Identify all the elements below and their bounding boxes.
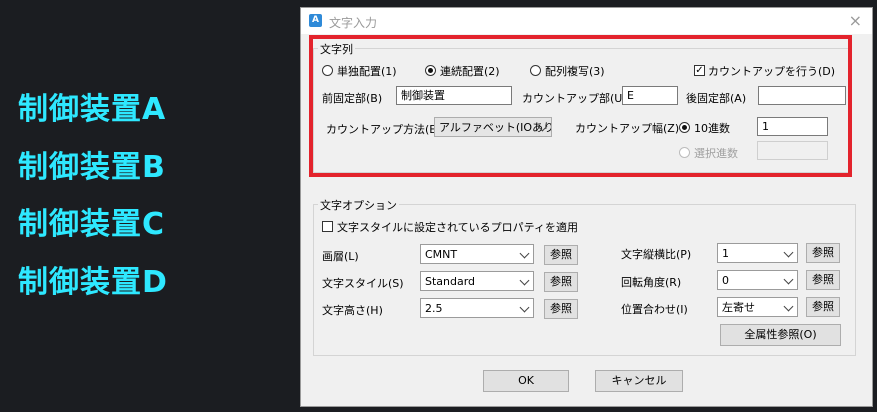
text-style-value: Standard (425, 275, 476, 288)
app-icon: A (309, 14, 322, 27)
rotation-angle-select[interactable]: 0 (717, 270, 798, 290)
options-group-title: 文字オプション (318, 197, 399, 213)
background-label-c: 制御装置C (18, 207, 166, 242)
radio-decimal-label[interactable]: 10進数 (694, 120, 730, 136)
layer-value: CMNT (425, 248, 458, 261)
countup-method-value: アルファベット(IOあり (439, 121, 552, 134)
aspect-ratio-select[interactable]: 1 (717, 243, 798, 263)
radio-decimal[interactable] (679, 122, 690, 133)
alignment-label: 位置合わせ(I) (621, 303, 688, 316)
apply-style-checkbox-label[interactable]: 文字スタイルに設定されているプロパティを適用 (337, 219, 578, 235)
text-style-ref-button[interactable]: 参照 (544, 272, 578, 292)
string-group-title: 文字列 (318, 41, 355, 57)
prefix-label: 前固定部(B) (322, 92, 383, 105)
layer-label: 画層(L) (322, 250, 359, 263)
text-height-select[interactable]: 2.5 (420, 298, 534, 318)
rotation-angle-label: 回転角度(R) (621, 276, 682, 289)
background-label-a: 制御装置A (18, 92, 167, 127)
cancel-button[interactable]: キャンセル (595, 370, 683, 392)
aspect-ratio-ref-button[interactable]: 参照 (806, 243, 840, 263)
dialog-title: 文字入力 (329, 16, 378, 30)
radio-array-label[interactable]: 配列複写(3) (545, 63, 605, 79)
countup-checkbox-label[interactable]: カウントアップを行う(D) (708, 63, 835, 79)
text-height-value: 2.5 (425, 302, 443, 315)
countup-part-input[interactable]: E (622, 86, 678, 105)
chevron-down-icon (783, 247, 794, 258)
radio-continuous[interactable] (425, 65, 436, 76)
aspect-ratio-label: 文字縦横比(P) (621, 248, 692, 261)
close-icon[interactable]: × (849, 11, 862, 30)
chevron-down-icon (783, 274, 794, 285)
rotation-angle-value: 0 (722, 274, 729, 287)
radio-continuous-label[interactable]: 連続配置(2) (440, 63, 500, 79)
text-height-label: 文字高さ(H) (322, 304, 383, 317)
chevron-down-icon (519, 248, 530, 259)
text-style-label: 文字スタイル(S) (322, 277, 404, 290)
rotation-angle-ref-button[interactable]: 参照 (806, 270, 840, 290)
alignment-value: 左寄せ (722, 301, 755, 314)
prefix-input[interactable]: 制御装置 (396, 86, 512, 105)
suffix-input[interactable] (758, 86, 846, 105)
text-input-dialog: A 文字入力 × 文字列 単独配置(1) 連続配置(2) 配列複写(3) ✓ カ… (300, 7, 873, 407)
chevron-down-icon (783, 301, 794, 312)
text-style-select[interactable]: Standard (420, 271, 534, 291)
countup-method-select[interactable]: アルファベット(IOあり (434, 117, 552, 137)
radio-select-base-label[interactable]: 選択進数 (694, 145, 738, 161)
apply-style-checkbox[interactable] (322, 221, 333, 232)
aspect-ratio-value: 1 (722, 247, 729, 260)
countup-step-input[interactable]: 1 (757, 117, 828, 136)
title-bar[interactable]: A 文字入力 × (301, 8, 872, 34)
countup-part-label: カウントアップ部(U) (522, 92, 627, 105)
select-base-input[interactable] (757, 141, 828, 160)
radio-array[interactable] (530, 65, 541, 76)
radio-single[interactable] (322, 65, 333, 76)
alignment-select[interactable]: 左寄せ (717, 297, 798, 317)
text-height-ref-button[interactable]: 参照 (544, 299, 578, 319)
alignment-ref-button[interactable]: 参照 (806, 297, 840, 317)
ok-button[interactable]: OK (483, 370, 569, 392)
layer-ref-button[interactable]: 参照 (544, 245, 578, 265)
all-properties-ref-button[interactable]: 全属性参照(O) (720, 324, 841, 346)
radio-single-label[interactable]: 単独配置(1) (337, 63, 397, 79)
countup-checkbox[interactable]: ✓ (694, 65, 705, 76)
layer-select[interactable]: CMNT (420, 244, 534, 264)
background-label-b: 制御装置B (18, 150, 166, 185)
radio-select-base[interactable] (679, 147, 690, 158)
chevron-down-icon (519, 275, 530, 286)
countup-method-label: カウントアップ方法(E) (326, 123, 441, 136)
countup-step-label: カウントアップ幅(Z) (575, 122, 680, 135)
suffix-label: 後固定部(A) (686, 92, 747, 105)
background-label-d: 制御装置D (18, 265, 168, 300)
chevron-down-icon (519, 302, 530, 313)
